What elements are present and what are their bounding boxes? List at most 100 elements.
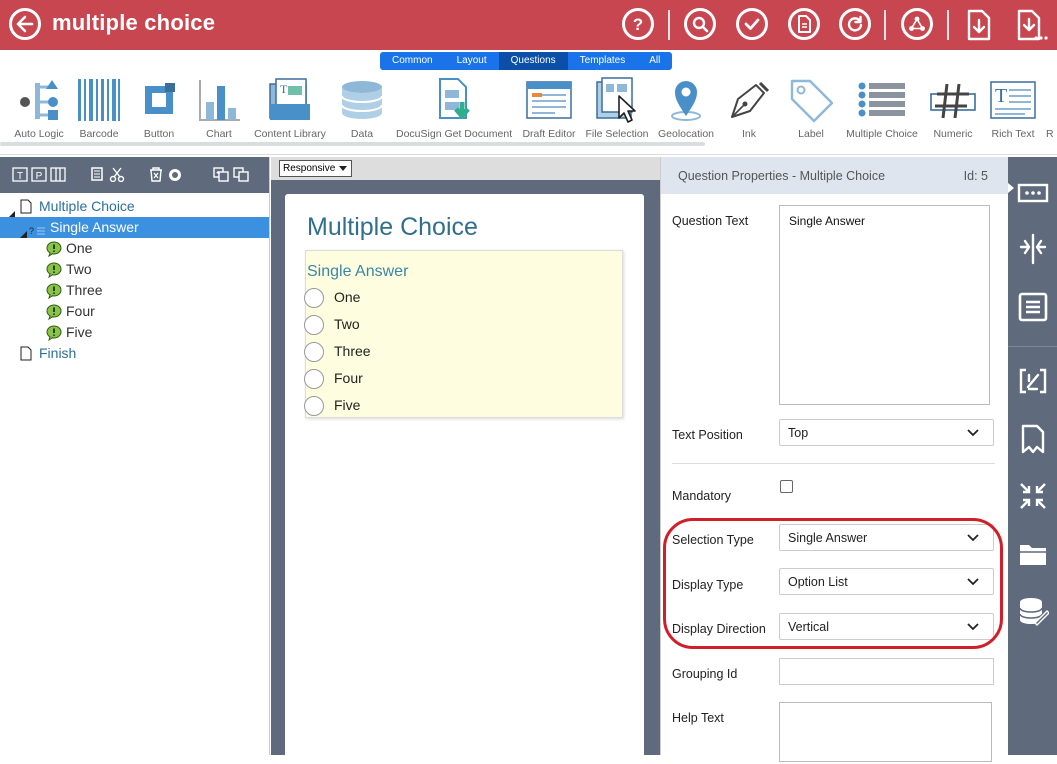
question-preview[interactable]: Single Answer One Two Three Four Five (304, 250, 623, 418)
tree-item-option[interactable]: One (0, 238, 269, 259)
help-text-field[interactable] (779, 702, 992, 762)
component-toolbar: Common Layout Questions Templates All Au… (0, 50, 1057, 155)
page-title: Multiple Choice (307, 213, 478, 241)
pen-nib-icon (726, 72, 772, 128)
tree-toolbar: T P (0, 157, 269, 193)
toolbar-item-ink[interactable]: Ink (726, 72, 772, 140)
toolbar-item-numeric[interactable]: Numeric (928, 72, 978, 140)
list-icon (844, 72, 920, 128)
button-icon (138, 72, 180, 128)
mandatory-checkbox[interactable] (780, 480, 793, 493)
grouping-id-field[interactable] (779, 658, 994, 685)
radio-button[interactable] (304, 315, 324, 335)
design-canvas: Responsive Multiple Choice Single Answer… (271, 157, 660, 764)
chevron-down-icon (339, 166, 347, 171)
database-edit-icon[interactable] (1017, 595, 1050, 627)
file-download-icon[interactable] (964, 8, 994, 42)
delete-icon[interactable] (148, 167, 164, 182)
merge-icon[interactable] (1017, 233, 1049, 265)
toolbar-item-geolocation[interactable]: Geolocation (656, 72, 716, 140)
text-position-select[interactable]: Top (779, 419, 994, 446)
svg-text:T: T (995, 85, 1007, 107)
hash-icon (928, 72, 978, 128)
properties-icon[interactable] (1017, 177, 1049, 209)
back-icon[interactable] (9, 8, 41, 40)
toolbar-item-button[interactable]: Button (138, 72, 180, 140)
page-icon (20, 346, 32, 367)
share-icon[interactable] (901, 8, 933, 40)
disable-icon[interactable] (167, 167, 183, 182)
question-text-field[interactable]: Single Answer (779, 205, 990, 405)
search-icon[interactable] (684, 8, 716, 40)
app-title: multiple choice (52, 10, 216, 35)
document-tag-icon[interactable] (1017, 423, 1049, 455)
tree-item-option[interactable]: Five (0, 322, 269, 343)
right-dock (1008, 157, 1057, 755)
tree-panel: T P Multiple Choice ? Single Answer One … (0, 157, 270, 755)
tab-questions[interactable]: Questions (498, 52, 568, 70)
canvas-toolbar: Responsive (271, 157, 660, 180)
grouping-id-label: Grouping Id (672, 667, 738, 681)
form-list-icon[interactable] (1017, 291, 1049, 323)
toolbar-item-multiple-choice[interactable]: Multiple Choice (844, 72, 920, 140)
divider (672, 463, 995, 464)
chevron-down-icon (967, 429, 979, 437)
radio-button[interactable] (304, 396, 324, 416)
stack-icon[interactable] (233, 167, 249, 182)
tab-all[interactable]: All (637, 52, 672, 70)
document-icon[interactable] (788, 8, 820, 40)
file-selection-icon (585, 72, 649, 128)
copy-icon[interactable] (90, 167, 106, 182)
expression-icon[interactable] (1017, 365, 1049, 397)
help-text-label: Help Text (672, 711, 724, 725)
toolbar-item-auto-logic[interactable]: Auto Logic (12, 72, 66, 140)
header-divider (884, 10, 886, 40)
toolbar-item-barcode[interactable]: Barcode (76, 72, 122, 140)
refresh-icon[interactable] (839, 8, 871, 40)
toolbar-item-draft-editor[interactable]: Draft Editor (520, 72, 578, 140)
dock-divider (1008, 346, 1057, 347)
tree-item-option[interactable]: Two (0, 259, 269, 280)
page-preview: Multiple Choice Single Answer One Two Th… (285, 194, 644, 764)
toolbar-item-content-library[interactable]: T Content Library (252, 72, 328, 140)
toolbar-item-rich-text[interactable]: T Rich Text (988, 72, 1038, 140)
question-label: Single Answer (307, 263, 409, 280)
chart-icon (198, 72, 240, 128)
header-divider (668, 10, 670, 40)
toolbar-item-chart[interactable]: Chart (198, 72, 240, 140)
radio-button[interactable] (304, 288, 324, 308)
duplicate-icon[interactable] (213, 167, 229, 182)
radio-button[interactable] (304, 342, 324, 362)
toolbar-scrollbar[interactable] (0, 142, 705, 146)
columns-view-icon[interactable] (50, 167, 66, 182)
toolbar-item-partial[interactable]: R (1046, 72, 1057, 140)
tree-item-finish[interactable]: Finish (0, 343, 269, 364)
toolbar-item-file-selection[interactable]: File Selection (585, 72, 649, 140)
question-tree: Multiple Choice ? Single Answer One Two … (0, 193, 269, 364)
tree-item-option[interactable]: Three (0, 280, 269, 301)
draft-editor-icon (520, 72, 578, 128)
tree-item-root[interactable]: Multiple Choice (0, 196, 269, 218)
help-icon[interactable]: ? (622, 8, 654, 40)
tab-templates[interactable]: Templates (568, 52, 638, 70)
radio-button[interactable] (304, 369, 324, 389)
text-view-icon[interactable]: T (12, 167, 28, 182)
check-icon[interactable] (736, 8, 768, 40)
folder-icon[interactable] (1017, 538, 1049, 570)
header-divider (947, 10, 949, 40)
cut-icon[interactable] (109, 167, 125, 183)
toolbar-item-docusign-get-document[interactable]: DocuSign Get Document (396, 72, 512, 140)
tab-layout[interactable]: Layout (445, 52, 499, 70)
tree-item-option[interactable]: Four (0, 301, 269, 322)
question-text-label: Question Text (672, 214, 749, 228)
layout-select[interactable]: Responsive (279, 160, 352, 177)
collapse-arrows-icon[interactable] (1017, 480, 1049, 512)
tab-common[interactable]: Common (380, 52, 445, 70)
file-export-icon[interactable] (1014, 8, 1048, 42)
mandatory-label: Mandatory (672, 489, 732, 503)
app-header: multiple choice ? (0, 0, 1057, 50)
toolbar-item-label[interactable]: Label (788, 72, 834, 140)
tree-item-question[interactable]: ? Single Answer (0, 217, 269, 238)
toolbar-item-data[interactable]: Data (338, 72, 386, 140)
page-view-icon[interactable]: P (31, 167, 47, 182)
